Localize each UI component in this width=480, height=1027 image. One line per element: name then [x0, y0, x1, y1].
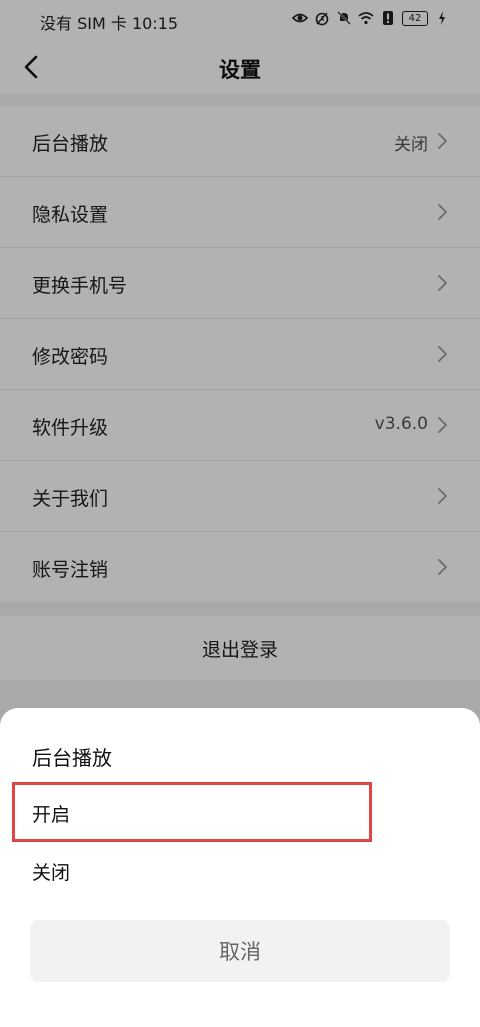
cancel-label: 取消 [219, 940, 261, 964]
option-label: 开启 [32, 804, 71, 826]
settings-screen: 没有 SIM 卡 10:15 42 设置 后台播放 关闭 隐私设置 更换手机号 … [0, 0, 480, 1027]
background-play-sheet: 后台播放 开启 关闭 取消 [0, 708, 480, 1027]
cancel-button[interactable]: 取消 [30, 920, 450, 982]
option-disable[interactable]: 关闭 [12, 840, 372, 900]
option-label: 关闭 [32, 862, 71, 884]
sheet-title: 后台播放 [32, 746, 112, 770]
option-enable[interactable]: 开启 [12, 782, 372, 842]
